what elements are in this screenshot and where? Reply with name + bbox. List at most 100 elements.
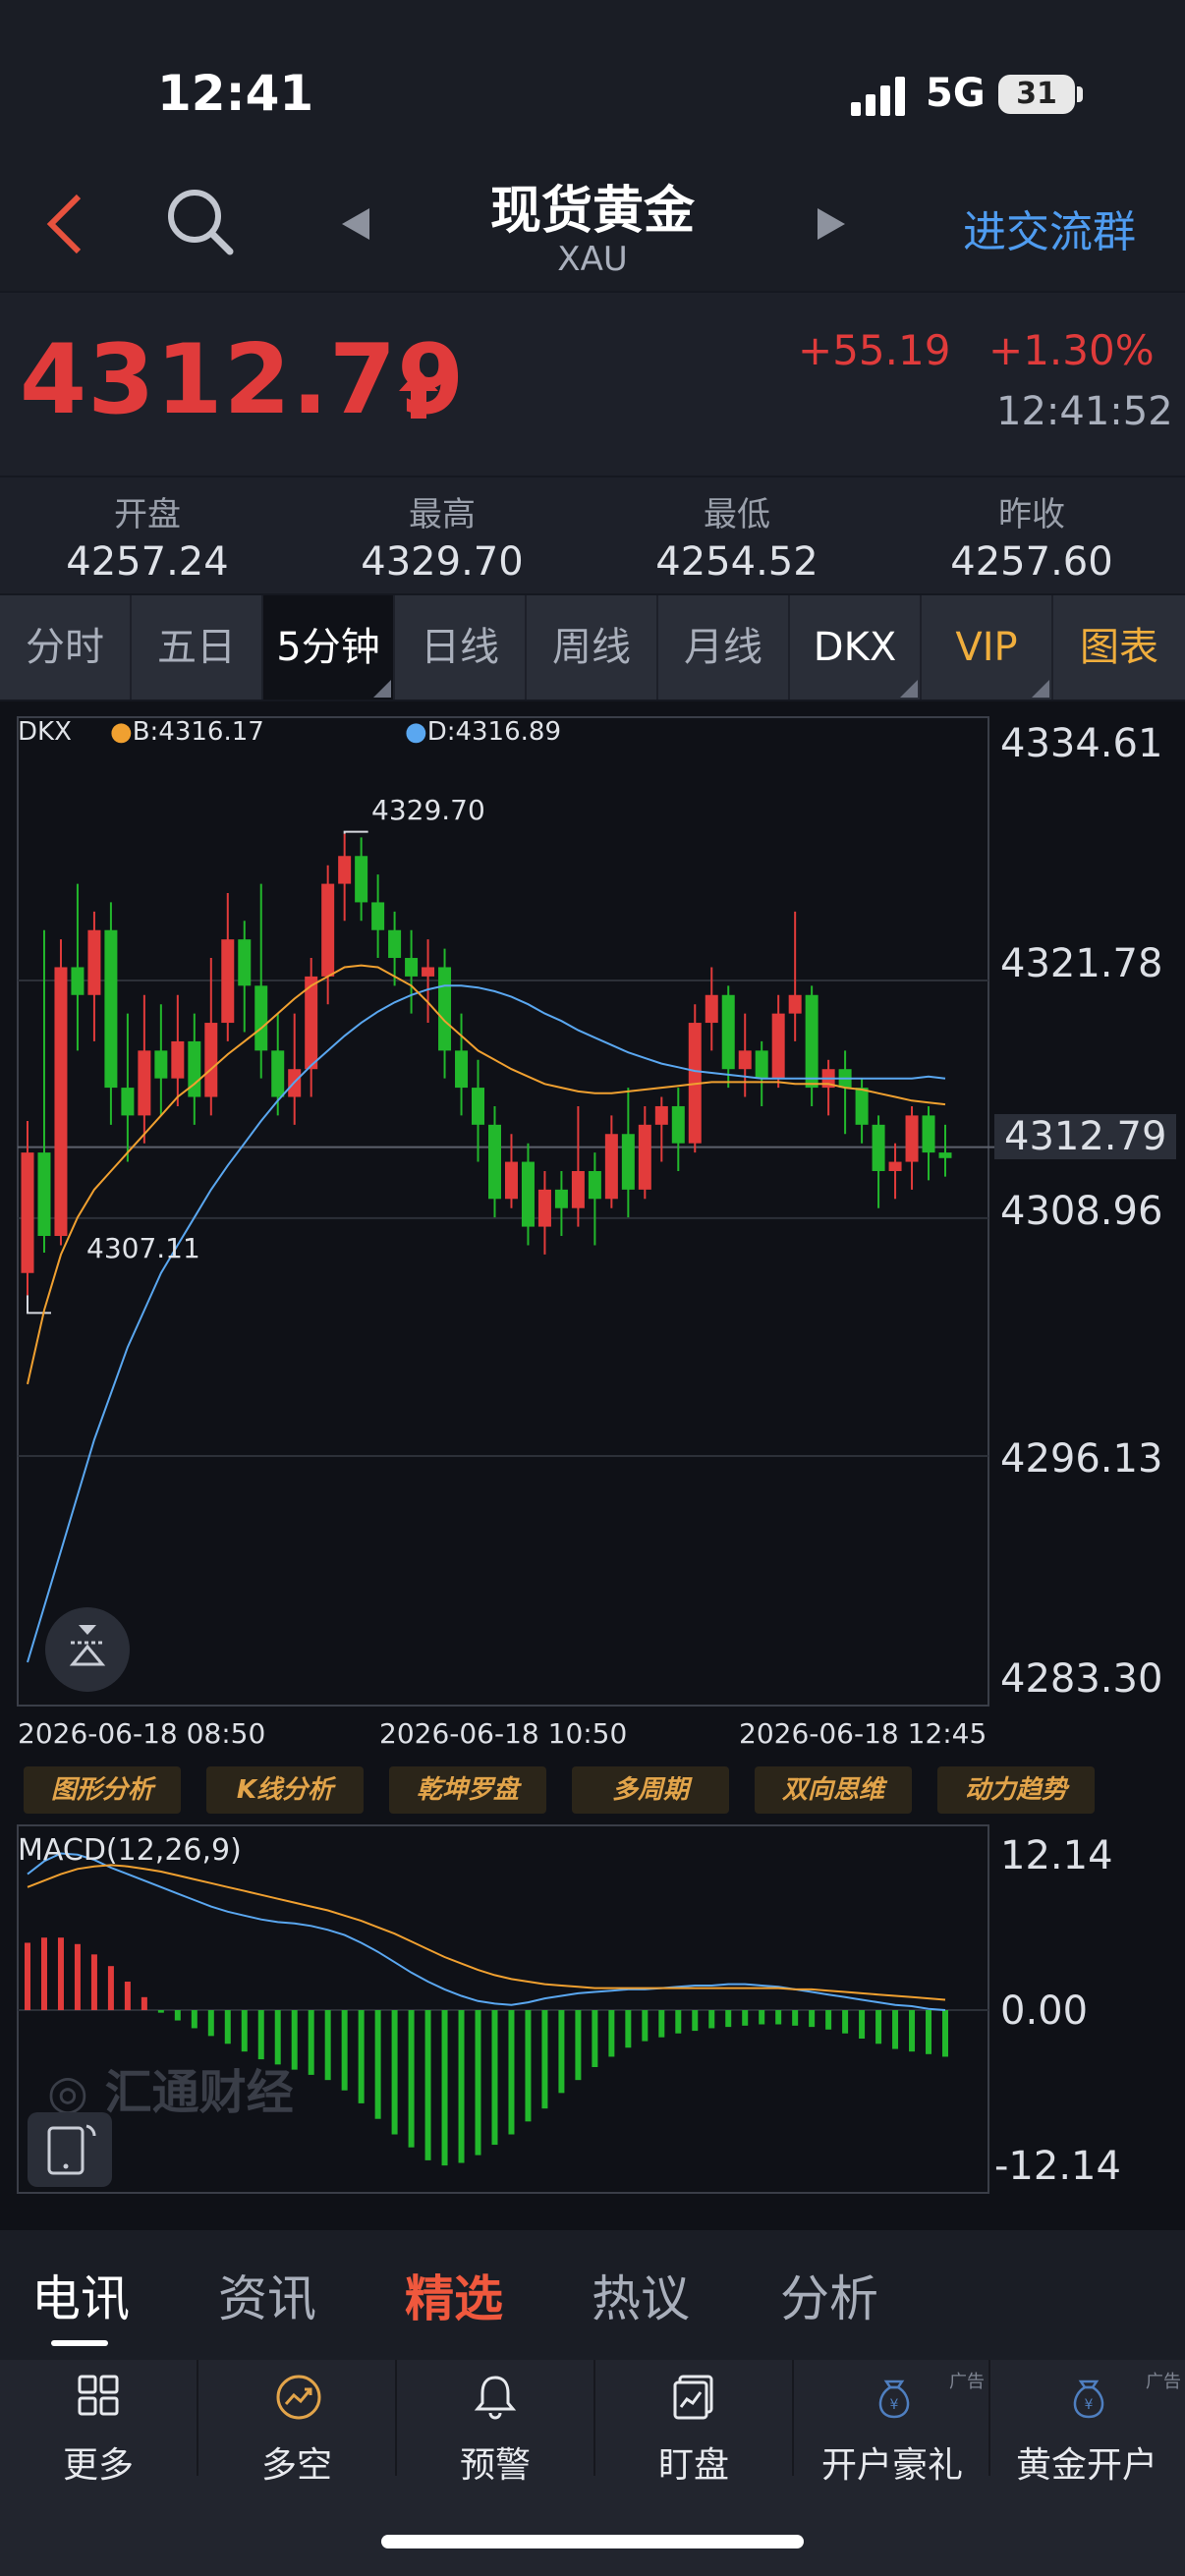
next-arrow-icon[interactable]: [816, 208, 845, 240]
candle-body: [604, 1134, 618, 1200]
candle-body: [254, 985, 268, 1051]
candle-body: [321, 883, 335, 977]
candle-body: [755, 1050, 768, 1079]
high-marker-label: 4329.70: [371, 794, 485, 826]
macd-bar: [875, 2010, 882, 2044]
y-axis-label: 4334.61: [1000, 721, 1163, 766]
candle-body: [521, 1161, 535, 1227]
macd-bar: [592, 2010, 598, 2067]
tab-five-day[interactable]: 五日: [132, 595, 263, 700]
news-tab-analysis[interactable]: 分析: [780, 2260, 878, 2330]
rotate-phone-icon: [47, 2124, 96, 2175]
tab-vip[interactable]: VIP: [922, 595, 1053, 700]
candle-body: [788, 994, 802, 1014]
tab-5min-label: 5分钟: [276, 625, 380, 670]
macd-bar: [692, 2010, 699, 2032]
news-tab-info[interactable]: 资讯: [218, 2260, 316, 2330]
macd-bar: [90, 1954, 97, 2010]
macd-bar: [708, 2010, 715, 2029]
rotate-screen-button[interactable]: [28, 2112, 112, 2187]
tool-two-way[interactable]: 双向思维: [755, 1766, 912, 1814]
candle-body: [721, 994, 735, 1070]
tab-intraday[interactable]: 分时: [0, 595, 132, 700]
news-tab-discussion[interactable]: 热议: [592, 2260, 690, 2330]
macd-bar: [458, 2010, 465, 2163]
tool-multi-period[interactable]: 多周期: [572, 1766, 729, 1814]
collapse-button[interactable]: [45, 1607, 130, 1692]
grid-icon: [78, 2375, 119, 2416]
macd-axis-label: -12.14: [994, 2144, 1121, 2189]
tool-shape-analysis[interactable]: 图形分析: [24, 1766, 181, 1814]
x-axis-label: 2026-06-18 10:50: [379, 1717, 628, 1750]
macd-bar: [308, 2010, 314, 2075]
legend-d-dot: ●: [405, 717, 427, 747]
bottom-bull-bear-button[interactable]: 多空: [198, 2360, 395, 2486]
macd-bar: [825, 2010, 832, 2030]
tab-daily[interactable]: 日线: [395, 595, 527, 700]
tab-dkx-label: DKX: [813, 625, 897, 670]
macd-bar: [625, 2010, 632, 2048]
monitor-icon: [673, 2375, 713, 2420]
stat-low: 最低 4254.52: [655, 495, 818, 585]
macd-bar: [759, 2010, 765, 2025]
candle-body: [905, 1115, 919, 1162]
candle-body: [588, 1170, 601, 1200]
candle-body: [221, 939, 235, 1024]
macd-bar: [341, 2010, 348, 2091]
macd-bar: [926, 2010, 932, 2054]
collapse-icon: [69, 1625, 106, 1666]
candle-body: [554, 1189, 568, 1208]
signal-icon: [851, 77, 905, 116]
macd-bar: [942, 2010, 948, 2057]
legend-b-dot: ●: [110, 717, 133, 747]
macd-bar: [207, 2010, 214, 2037]
coin-bag-icon: ¥: [1073, 2380, 1104, 2419]
bottom-more-label: 更多: [62, 2445, 134, 2486]
bottom-watch-button[interactable]: 盯盘: [595, 2360, 792, 2486]
tool-kline-analysis[interactable]: K线分析: [206, 1766, 364, 1814]
macd-bar: [441, 2010, 448, 2166]
bell-icon: [474, 2376, 517, 2420]
candle-body: [638, 1124, 651, 1190]
bottom-alert-button[interactable]: 预警: [397, 2360, 593, 2486]
svg-text:¥: ¥: [1085, 2397, 1094, 2413]
candle-body: [54, 967, 68, 1237]
stats-row: 开盘 4257.24 最高 4329.70 最低 4254.52 昨收 4257.60: [0, 477, 1185, 593]
macd-bar: [642, 2010, 649, 2042]
candle-body: [537, 1189, 551, 1227]
macd-bar: [124, 1982, 131, 2010]
tab-weekly[interactable]: 周线: [527, 595, 658, 700]
candle-body: [271, 1050, 285, 1097]
tab-monthly[interactable]: 月线: [658, 595, 790, 700]
candle-body: [855, 1088, 869, 1125]
news-tab-featured[interactable]: 精选: [405, 2260, 503, 2330]
candle-body: [771, 1013, 785, 1079]
legend-d-text: D:4316.89: [426, 717, 561, 747]
macd-bar: [257, 2010, 264, 2060]
news-tab-telegraph[interactable]: 电讯: [31, 2260, 130, 2330]
candle-body: [405, 958, 419, 977]
candle-body: [438, 967, 452, 1051]
candle-body: [104, 929, 118, 1089]
macd-bar: [57, 1937, 64, 2010]
macd-bar: [742, 2010, 749, 2026]
active-tab-underline: [51, 2340, 108, 2346]
tab-charts[interactable]: 图表: [1053, 595, 1185, 700]
legend-b: ●B:4316.17: [110, 717, 264, 747]
join-group-link[interactable]: 进交流群: [963, 196, 1136, 259]
macd-axis-label: 0.00: [1000, 1988, 1089, 2034]
tab-dkx[interactable]: DKX: [790, 595, 922, 700]
low-marker-label: 4307.11: [86, 1232, 200, 1264]
price-change: +55.19: [798, 326, 951, 374]
tool-momentum[interactable]: 动力趋势: [937, 1766, 1095, 1814]
macd-bar: [358, 2010, 365, 2103]
candle-body: [71, 967, 85, 995]
bottom-more-button[interactable]: 更多: [0, 2360, 197, 2486]
macd-bar: [558, 2010, 565, 2094]
ad-badge: 广告: [1146, 2372, 1181, 2392]
tool-compass[interactable]: 乾坤罗盘: [389, 1766, 546, 1814]
x-axis-label: 2026-06-18 08:50: [18, 1717, 266, 1750]
tab-5min[interactable]: 5分钟: [263, 595, 395, 700]
macd-bar: [224, 2010, 231, 2044]
candle-body: [37, 1152, 51, 1237]
